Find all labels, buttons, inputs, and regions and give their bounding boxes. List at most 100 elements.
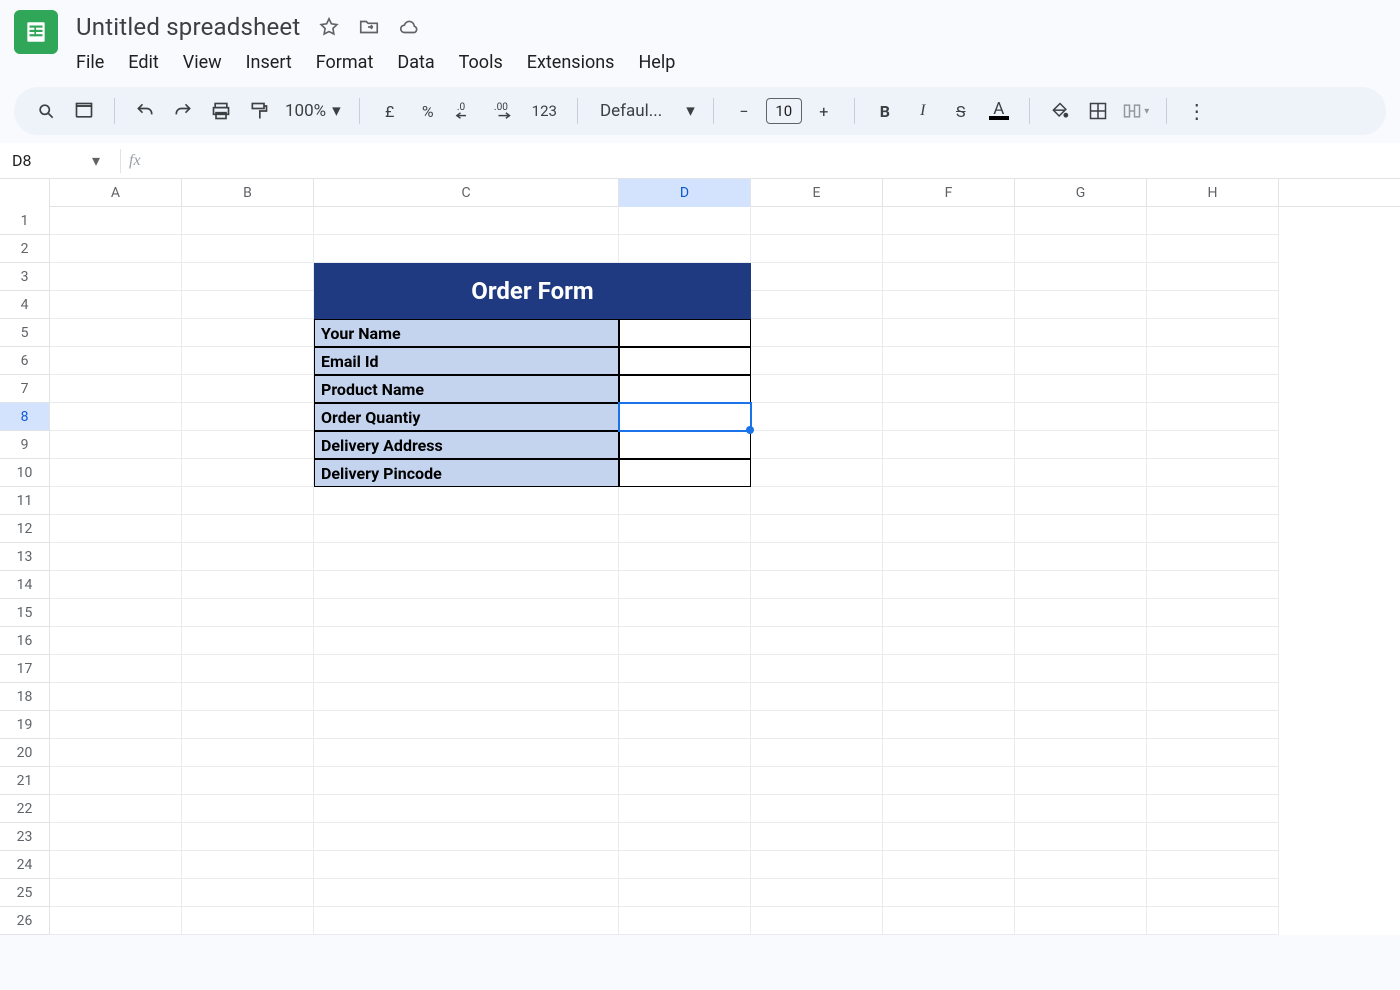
cell[interactable] <box>182 235 314 263</box>
row-header[interactable]: 18 <box>0 683 50 711</box>
row-header[interactable]: 17 <box>0 655 50 683</box>
cell[interactable] <box>883 711 1015 739</box>
cell[interactable] <box>50 403 182 431</box>
cell[interactable] <box>751 207 883 235</box>
cell[interactable] <box>1147 907 1279 935</box>
cell[interactable] <box>619 879 751 907</box>
cell[interactable] <box>182 823 314 851</box>
column-header-G[interactable]: G <box>1015 179 1147 207</box>
cell[interactable] <box>314 739 619 767</box>
cell[interactable] <box>883 739 1015 767</box>
cell[interactable] <box>314 767 619 795</box>
cell[interactable] <box>883 571 1015 599</box>
cell[interactable] <box>1147 263 1279 291</box>
cell[interactable] <box>1147 459 1279 487</box>
row-header[interactable]: 15 <box>0 599 50 627</box>
cell[interactable] <box>751 599 883 627</box>
row-header[interactable]: 5 <box>0 319 50 347</box>
cell[interactable] <box>1015 319 1147 347</box>
cell[interactable] <box>751 851 883 879</box>
cell[interactable] <box>1147 487 1279 515</box>
cell[interactable] <box>50 599 182 627</box>
format-123-button[interactable]: 123 <box>526 95 563 127</box>
cell[interactable] <box>314 235 619 263</box>
column-header-A[interactable]: A <box>50 179 182 207</box>
merge-cells-button[interactable]: ▾ <box>1120 95 1152 127</box>
decrease-decimal-icon[interactable]: .0 <box>450 95 482 127</box>
cell[interactable] <box>1015 683 1147 711</box>
cell[interactable] <box>182 347 314 375</box>
form-label[interactable]: Delivery Pincode <box>314 459 619 487</box>
form-input[interactable] <box>619 431 751 459</box>
row-header[interactable]: 12 <box>0 515 50 543</box>
form-input[interactable] <box>619 459 751 487</box>
cell[interactable] <box>1147 403 1279 431</box>
move-to-folder-icon[interactable] <box>358 16 380 38</box>
cell[interactable] <box>1147 291 1279 319</box>
cell[interactable] <box>1147 347 1279 375</box>
undo-icon[interactable] <box>129 95 161 127</box>
cell[interactable] <box>1015 655 1147 683</box>
cell[interactable] <box>50 459 182 487</box>
cell[interactable] <box>751 263 883 291</box>
cell[interactable] <box>619 851 751 879</box>
row-header[interactable]: 14 <box>0 571 50 599</box>
cell[interactable] <box>1015 711 1147 739</box>
cell[interactable] <box>182 627 314 655</box>
cell[interactable] <box>751 347 883 375</box>
cell[interactable] <box>751 655 883 683</box>
cell[interactable] <box>182 431 314 459</box>
cell[interactable] <box>182 683 314 711</box>
cell[interactable] <box>883 459 1015 487</box>
row-header[interactable]: 22 <box>0 795 50 823</box>
cell[interactable] <box>883 319 1015 347</box>
more-icon[interactable]: ⋮ <box>1181 95 1213 127</box>
cell[interactable] <box>883 683 1015 711</box>
cell[interactable] <box>182 403 314 431</box>
name-box[interactable]: D8 ▾ <box>0 151 112 170</box>
menu-extensions[interactable]: Extensions <box>527 50 615 75</box>
cell[interactable] <box>182 487 314 515</box>
cell[interactable] <box>751 543 883 571</box>
cell[interactable] <box>1147 431 1279 459</box>
cell[interactable] <box>751 459 883 487</box>
cell[interactable] <box>182 571 314 599</box>
select-all-corner[interactable] <box>0 179 50 207</box>
row-header[interactable]: 3 <box>0 263 50 291</box>
fill-color-button[interactable] <box>1044 95 1076 127</box>
cell[interactable] <box>182 711 314 739</box>
cell[interactable] <box>182 319 314 347</box>
font-size-input[interactable]: 10 <box>766 98 802 124</box>
form-label[interactable]: Order Quantiy <box>314 403 619 431</box>
row-header[interactable]: 13 <box>0 543 50 571</box>
cell[interactable] <box>619 907 751 935</box>
cell[interactable] <box>1147 543 1279 571</box>
cell[interactable] <box>883 655 1015 683</box>
cell[interactable] <box>751 235 883 263</box>
cell[interactable] <box>883 431 1015 459</box>
cell[interactable] <box>751 767 883 795</box>
cell[interactable] <box>50 571 182 599</box>
cell[interactable] <box>1147 795 1279 823</box>
form-input[interactable] <box>619 375 751 403</box>
cell[interactable] <box>314 543 619 571</box>
cell[interactable] <box>1015 235 1147 263</box>
cell[interactable] <box>1147 235 1279 263</box>
cell[interactable] <box>1015 571 1147 599</box>
cell[interactable] <box>50 767 182 795</box>
cell[interactable] <box>182 907 314 935</box>
zoom-level[interactable]: 100%▾ <box>281 101 345 121</box>
bold-button[interactable]: B <box>869 95 901 127</box>
cell[interactable] <box>1015 543 1147 571</box>
screenshot-icon[interactable] <box>68 95 100 127</box>
row-header[interactable]: 25 <box>0 879 50 907</box>
cell[interactable] <box>1147 851 1279 879</box>
cell[interactable] <box>619 739 751 767</box>
cell[interactable] <box>1015 515 1147 543</box>
cell[interactable] <box>182 291 314 319</box>
row-header[interactable]: 24 <box>0 851 50 879</box>
cell[interactable] <box>1147 319 1279 347</box>
cell[interactable] <box>883 543 1015 571</box>
cell[interactable] <box>1147 683 1279 711</box>
cell[interactable] <box>314 515 619 543</box>
